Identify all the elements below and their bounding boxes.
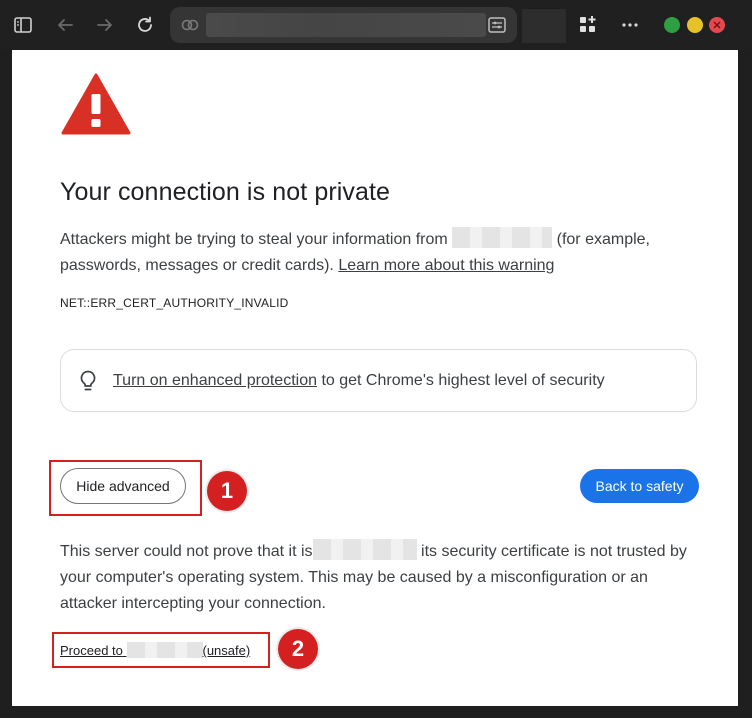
step-badge-2: 2	[278, 629, 318, 669]
lightbulb-icon	[79, 370, 97, 392]
back-arrow-icon[interactable]	[51, 11, 79, 39]
back-to-safety-button[interactable]: Back to safety	[580, 469, 699, 503]
error-code: NET::ERR_CERT_AUTHORITY_INVALID	[60, 296, 289, 310]
more-menu-icon[interactable]	[616, 11, 644, 39]
extension-icon-redacted[interactable]	[522, 9, 566, 43]
redacted-domain	[312, 539, 417, 560]
details-text: This server could not prove that it is	[60, 543, 313, 560]
intro-paragraph: Attackers might be trying to steal your …	[60, 227, 700, 279]
intro-text: Attackers might be trying to steal your …	[60, 231, 448, 248]
page-title: Your connection is not private	[60, 178, 391, 206]
site-info-icon[interactable]	[180, 15, 200, 40]
details-paragraph: This server could not prove that it is i…	[60, 539, 700, 617]
apps-add-icon[interactable]	[574, 11, 602, 39]
sidebar-toggle-icon[interactable]	[9, 11, 37, 39]
enhanced-protection-text: to get Chrome's highest level of securit…	[317, 371, 605, 389]
address-text-redacted	[206, 13, 486, 37]
close-icon	[713, 21, 721, 29]
close-button[interactable]	[709, 17, 725, 33]
enhanced-protection-link[interactable]: Turn on enhanced protection	[113, 372, 317, 389]
highlight-box-2	[52, 632, 270, 668]
redacted-domain	[452, 227, 553, 248]
maximize-button[interactable]	[687, 17, 703, 33]
forward-arrow-icon[interactable]	[91, 11, 119, 39]
address-bar[interactable]	[170, 7, 517, 43]
enhanced-protection-card: Turn on enhanced protection to get Chrom…	[60, 349, 697, 412]
browser-toolbar	[0, 0, 752, 50]
interstitial-page: Your connection is not private Attackers…	[12, 50, 738, 706]
learn-more-link[interactable]: Learn more about this warning	[338, 257, 554, 274]
minimize-button[interactable]	[664, 17, 680, 33]
step-badge-1: 1	[207, 471, 247, 511]
reload-icon[interactable]	[131, 11, 159, 39]
warning-triangle-icon	[60, 72, 132, 141]
reader-mode-icon[interactable]	[487, 15, 507, 40]
highlight-box-1	[49, 460, 202, 516]
